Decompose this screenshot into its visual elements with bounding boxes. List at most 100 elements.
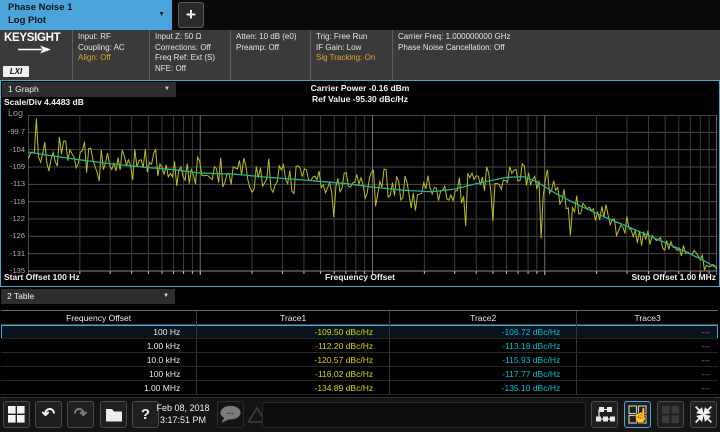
- table-cell-t2[interactable]: -115.93 dBc/Hz: [390, 353, 577, 367]
- marker-table: Frequency OffsetTrace1Trace2Trace3 100 H…: [1, 310, 718, 395]
- table-row[interactable]: 1.00 MHz-134.89 dBc/Hz-135.10 dBc/Hz---: [1, 381, 718, 395]
- table-cell-t3[interactable]: ---: [577, 381, 718, 395]
- table-cell-t1[interactable]: -112.20 dBc/Hz: [197, 339, 390, 353]
- grid-2x2-icon: [661, 405, 680, 424]
- table-cell-t2[interactable]: -135.10 dBc/Hz: [390, 381, 577, 395]
- table-cell-t1[interactable]: -116.02 dBc/Hz: [197, 367, 390, 381]
- tab-bar: Phase Noise 1 Log Plot ▼ +: [0, 0, 720, 30]
- add-tab-button[interactable]: +: [178, 2, 204, 28]
- table-cell-freq[interactable]: 100 kHz: [1, 367, 197, 381]
- table-column-header[interactable]: Trace3: [577, 311, 718, 325]
- measurement-tab[interactable]: Phase Noise 1 Log Plot ▼: [0, 0, 172, 30]
- graph-selector-label: 1 Graph: [8, 84, 39, 94]
- tab-subtitle: Log Plot: [8, 15, 164, 28]
- y-axis-tick-label: -113: [1, 179, 25, 188]
- table-selector-dropdown[interactable]: 2 Table ▼: [1, 289, 175, 304]
- resize-window-button[interactable]: [690, 401, 717, 428]
- message-bubble-button[interactable]: ...: [217, 401, 244, 428]
- table-cell-t1[interactable]: -120.57 dBc/Hz: [197, 353, 390, 367]
- table-window[interactable]: 2 Table ▼ Frequency OffsetTrace1Trace2Tr…: [0, 287, 720, 397]
- folder-icon: [105, 407, 123, 422]
- table-header-row: Frequency OffsetTrace1Trace2Trace3: [1, 311, 718, 325]
- header-info-column: Input Z: 50 ΩCorrections: OffFreq Ref: E…: [149, 30, 230, 80]
- stop-offset-label: Stop Offset 1.00 MHz: [631, 272, 716, 282]
- sequence-view-button[interactable]: [591, 401, 618, 428]
- table-cell-freq[interactable]: 100 Hz: [1, 325, 197, 339]
- table-cell-t2[interactable]: -113.18 dBc/Hz: [390, 339, 577, 353]
- phase-noise-plot[interactable]: [28, 115, 717, 275]
- header-field: Sig Tracking: On: [316, 53, 392, 64]
- table-cell-t1[interactable]: -134.89 dBc/Hz: [197, 381, 390, 395]
- node-diagram-icon: [595, 406, 615, 423]
- graph-window[interactable]: 1 Graph ▼ Carrier Power -0.16 dBm Ref Va…: [0, 80, 720, 287]
- redo-button[interactable]: ↷: [67, 401, 94, 428]
- clock-time: 3:17:51 PM: [152, 415, 214, 427]
- table-column-header[interactable]: Trace1: [197, 311, 390, 325]
- instrument-header: KEYSIGHT LXI Input: RFCoupling: ACAlign:…: [0, 30, 720, 80]
- y-axis-tick-label: -131: [1, 249, 25, 258]
- header-field: Input Z: 50 Ω: [155, 32, 230, 43]
- undo-button[interactable]: ↶: [35, 401, 62, 428]
- help-icon: ?: [141, 407, 150, 423]
- speech-bubble-icon: ...: [218, 404, 243, 426]
- header-field: Preamp: Off: [236, 43, 310, 54]
- table-row[interactable]: 100 kHz-116.02 dBc/Hz-117.77 dBc/Hz---: [1, 367, 718, 381]
- header-field: Atten: 10 dB (e0): [236, 32, 310, 43]
- y-axis-tick-label: -118: [1, 197, 25, 206]
- header-info-column: Atten: 10 dB (e0)Preamp: Off: [230, 30, 310, 80]
- table-column-header[interactable]: Trace2: [390, 311, 577, 325]
- table-cell-t1[interactable]: -109.50 dBc/Hz: [197, 325, 390, 339]
- y-axis-tick-label: -104: [1, 145, 25, 154]
- table-column-header[interactable]: Frequency Offset: [1, 311, 197, 325]
- undo-icon: ↶: [42, 407, 55, 423]
- table-cell-freq[interactable]: 1.00 MHz: [1, 381, 197, 395]
- header-field: Coupling: AC: [78, 43, 149, 54]
- table-cell-t3[interactable]: ---: [577, 325, 718, 339]
- table-selector-label: 2 Table: [7, 291, 34, 301]
- y-axis-type-label: Log: [8, 108, 23, 118]
- y-axis-tick-label: -126: [1, 231, 25, 240]
- table-row[interactable]: 1.00 kHz-112.20 dBc/Hz-113.18 dBc/Hz---: [1, 339, 718, 353]
- table-cell-t3[interactable]: ---: [577, 339, 718, 353]
- table-cell-t2[interactable]: -117.77 dBc/Hz: [390, 367, 577, 381]
- window-select-button[interactable]: ☝: [624, 401, 651, 428]
- chevron-down-icon: ▼: [164, 82, 170, 97]
- clock-date: Feb 08, 2018: [152, 403, 214, 415]
- header-field: Input: RF: [78, 32, 149, 43]
- header-info-column: Input: RFCoupling: ACAlign: Off: [72, 30, 149, 80]
- tab-title: Phase Noise 1: [8, 2, 164, 15]
- layout-grid-button[interactable]: [657, 401, 684, 428]
- taskbar: ↶ ↷ ? Feb 08, 2018 3:17:51 PM ...: [0, 397, 720, 432]
- file-button[interactable]: [100, 401, 127, 428]
- table-cell-t2[interactable]: -106.72 dBc/Hz: [390, 325, 577, 339]
- redo-icon: ↷: [74, 407, 87, 423]
- lxi-badge: LXI: [3, 66, 29, 77]
- brand-block: KEYSIGHT LXI: [0, 30, 72, 80]
- chevron-down-icon: ▼: [163, 289, 169, 304]
- phase-noise-app: Phase Noise 1 Log Plot ▼ + KEYSIGHT LXI …: [0, 0, 720, 432]
- keysight-logo: KEYSIGHT: [4, 32, 72, 44]
- table-cell-freq[interactable]: 10.0 kHz: [1, 353, 197, 367]
- clock[interactable]: Feb 08, 2018 3:17:51 PM: [152, 403, 214, 426]
- chevron-down-icon: ▼: [158, 11, 165, 18]
- windows-start-button[interactable]: [3, 401, 30, 428]
- graph-selector-dropdown[interactable]: 1 Graph ▼: [2, 82, 176, 97]
- header-field: NFE: Off: [155, 64, 230, 75]
- status-message-area: [262, 402, 586, 428]
- header-field: Align: Off: [78, 53, 149, 64]
- table-cell-t3[interactable]: ---: [577, 367, 718, 381]
- header-info-column: Trig: Free RunIF Gain: LowSig Tracking: …: [310, 30, 392, 80]
- header-field: Freq Ref: Ext (S): [155, 53, 230, 64]
- windows-logo-icon: [8, 406, 25, 423]
- header-field: Phase Noise Cancellation: Off: [398, 43, 720, 54]
- svg-text:...: ...: [227, 406, 234, 416]
- resize-arrows-icon: [693, 404, 714, 425]
- table-cell-t3[interactable]: ---: [577, 353, 718, 367]
- x-axis-title: Frequency Offset: [1, 272, 719, 282]
- table-cell-freq[interactable]: 1.00 kHz: [1, 339, 197, 353]
- x-axis-row: Start Offset 100 Hz Frequency Offset Sto…: [1, 272, 719, 283]
- table-row[interactable]: 10.0 kHz-120.57 dBc/Hz-115.93 dBc/Hz---: [1, 353, 718, 367]
- header-info-column: Carrier Freq: 1.000000000 GHzPhase Noise…: [392, 30, 720, 80]
- header-field: IF Gain: Low: [316, 43, 392, 54]
- table-row[interactable]: 100 Hz-109.50 dBc/Hz-106.72 dBc/Hz---: [1, 325, 718, 339]
